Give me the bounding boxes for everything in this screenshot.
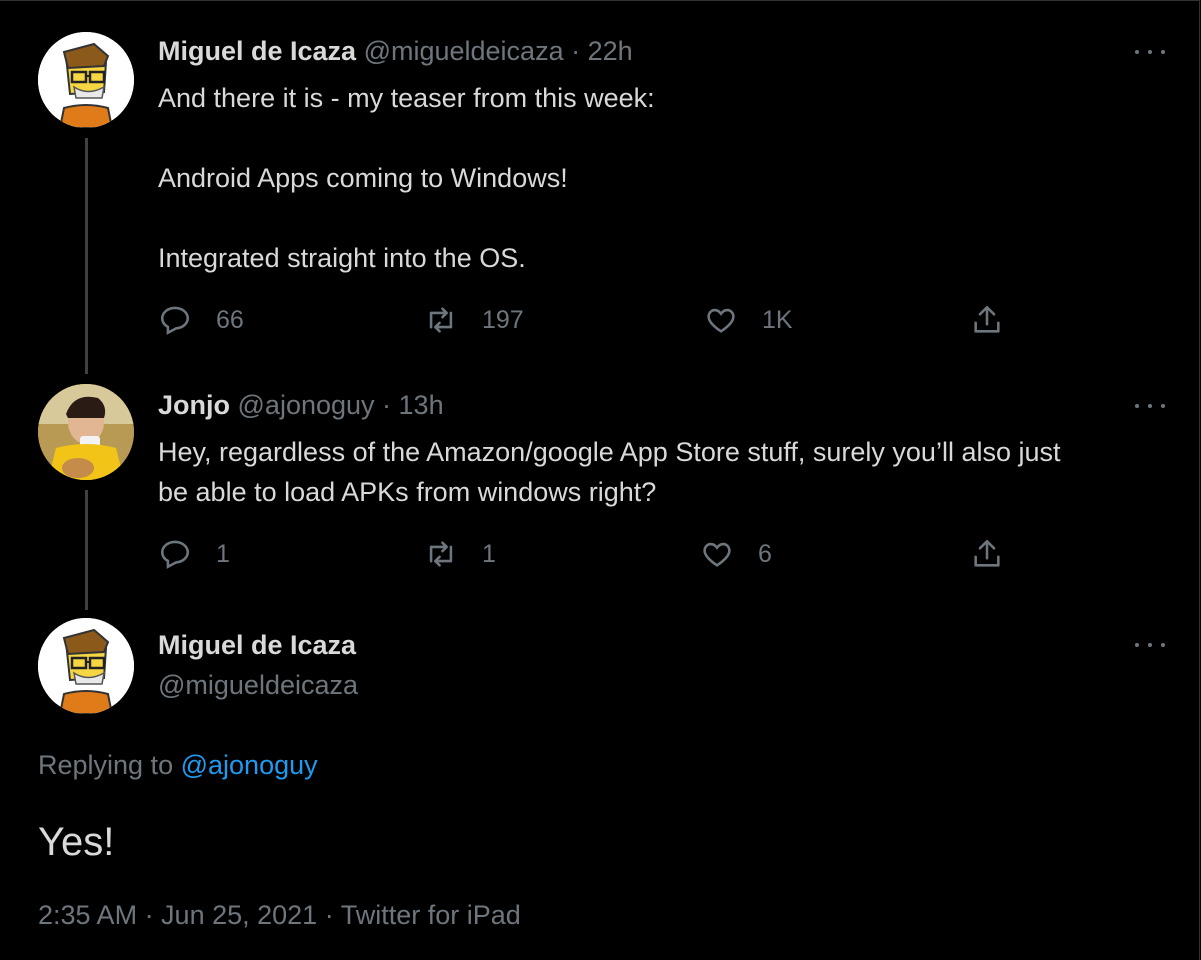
author-name[interactable]: Jonjo <box>158 390 230 420</box>
reply-count: 1 <box>216 539 230 568</box>
retweet-icon <box>429 307 453 333</box>
like-count: 6 <box>758 539 772 568</box>
more-icon[interactable] <box>1135 640 1165 650</box>
like-button[interactable]: 6 <box>700 534 772 574</box>
cartoon-avatar-icon <box>38 618 134 714</box>
tweet-header: Jonjo @ajonoguy · 13h <box>158 390 444 421</box>
tweet-line: be able to load APKs from windows right? <box>158 477 657 507</box>
main-author-name-line: Miguel de Icaza <box>158 630 356 661</box>
like-icon <box>703 542 731 567</box>
tweet-line: Integrated straight into the OS. <box>158 243 526 273</box>
cartoon-avatar-icon <box>38 32 134 128</box>
reply-icon <box>160 540 190 569</box>
avatar[interactable] <box>38 32 134 128</box>
share-button[interactable] <box>970 534 1028 574</box>
tweet-header: Miguel de Icaza @migueldeicaza · 22h <box>158 36 633 67</box>
share-icon <box>974 305 1000 333</box>
reply-button[interactable]: 66 <box>158 300 244 340</box>
reply-count: 66 <box>216 305 244 334</box>
author-handle[interactable]: @migueldeicaza <box>364 36 564 66</box>
reply-icon <box>160 306 190 335</box>
tweet-time[interactable]: · 13h <box>382 390 444 420</box>
tweet-text: And there it is - my teaser from this we… <box>158 78 1173 278</box>
tweet-line: Android Apps coming to Windows! <box>158 163 568 193</box>
avatar[interactable] <box>38 384 134 480</box>
share-button[interactable] <box>970 300 1028 340</box>
like-icon <box>707 308 735 333</box>
reply-button[interactable]: 1 <box>158 534 230 574</box>
like-count: 1K <box>762 305 793 334</box>
like-button[interactable]: 1K <box>704 300 793 340</box>
tweet-timestamp-source[interactable]: 2:35 AM · Jun 25, 2021 · Twitter for iPa… <box>38 900 521 931</box>
tweet-text: Hey, regardless of the Amazon/google App… <box>158 432 1173 512</box>
thread-connector <box>85 490 88 610</box>
tweet-line: Hey, regardless of the Amazon/google App… <box>158 437 1061 467</box>
replying-handle-link[interactable]: @ajonoguy <box>181 750 318 780</box>
more-icon[interactable] <box>1135 47 1165 57</box>
more-icon[interactable] <box>1135 401 1165 411</box>
author-name[interactable]: Miguel de Icaza <box>158 630 356 660</box>
retweet-count: 197 <box>482 305 524 334</box>
replying-prefix: Replying to <box>38 750 174 780</box>
author-handle[interactable]: @ajonoguy <box>238 390 375 420</box>
photo-avatar-icon <box>38 384 134 480</box>
tweet-line: And there it is - my teaser from this we… <box>158 83 655 113</box>
share-icon <box>974 539 1000 567</box>
author-name[interactable]: Miguel de Icaza <box>158 36 356 66</box>
main-tweet-text: Yes! <box>38 820 115 864</box>
tweet-time[interactable]: · 22h <box>571 36 633 66</box>
retweet-button[interactable]: 1 <box>424 534 496 574</box>
author-handle[interactable]: @migueldeicaza <box>158 670 358 700</box>
avatar[interactable] <box>38 618 134 714</box>
retweet-button[interactable]: 197 <box>424 300 524 340</box>
replying-to: Replying to @ajonoguy <box>38 750 318 781</box>
thread-connector <box>85 138 88 374</box>
retweet-count: 1 <box>482 539 496 568</box>
main-author-handle-line: @migueldeicaza <box>158 670 358 701</box>
retweet-icon <box>429 541 453 567</box>
